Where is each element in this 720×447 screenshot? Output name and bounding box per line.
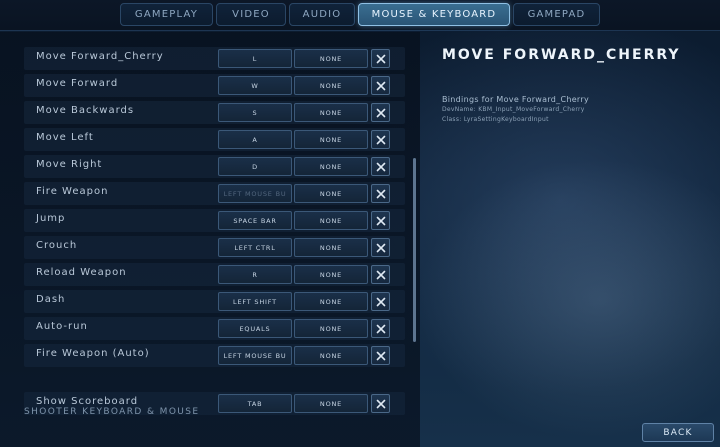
- binding-row[interactable]: Reload Weapon R NONE: [24, 263, 405, 286]
- primary-key-button[interactable]: LEFT MOUSE BU: [218, 184, 292, 203]
- clear-binding-button[interactable]: [371, 238, 390, 257]
- primary-key-button[interactable]: LEFT SHIFT: [218, 292, 292, 311]
- binding-label: Dash: [36, 294, 66, 305]
- secondary-key-button[interactable]: NONE: [294, 211, 368, 230]
- secondary-key-button[interactable]: NONE: [294, 394, 368, 413]
- close-icon: [376, 162, 386, 172]
- primary-key-button[interactable]: LEFT MOUSE BU: [218, 346, 292, 365]
- bindings-list: Move Forward_Cherry L NONE Move Forward W NON…: [0, 32, 420, 447]
- binding-row[interactable]: Move Forward W NONE: [24, 74, 405, 97]
- binding-label: Fire Weapon: [36, 186, 109, 197]
- close-icon: [376, 216, 386, 226]
- binding-label: Jump: [36, 213, 66, 224]
- primary-key-button[interactable]: W: [218, 76, 292, 95]
- clear-binding-button[interactable]: [371, 265, 390, 284]
- secondary-key-button[interactable]: NONE: [294, 265, 368, 284]
- binding-row[interactable]: Crouch LEFT CTRL NONE: [24, 236, 405, 259]
- secondary-key-button[interactable]: NONE: [294, 130, 368, 149]
- binding-row[interactable]: Move Forward_Cherry L NONE: [24, 47, 405, 70]
- detail-title: MOVE FORWARD_CHERRY: [442, 47, 681, 63]
- binding-label: Show Scoreboard: [36, 396, 139, 407]
- clear-binding-button[interactable]: [371, 157, 390, 176]
- primary-key-button[interactable]: A: [218, 130, 292, 149]
- binding-row[interactable]: Move Right D NONE: [24, 155, 405, 178]
- secondary-key-button[interactable]: NONE: [294, 238, 368, 257]
- tab-mouse-keyboard[interactable]: MOUSE & KEYBOARD: [358, 3, 510, 26]
- tab-audio[interactable]: AUDIO: [289, 3, 355, 26]
- clear-binding-button[interactable]: [371, 76, 390, 95]
- primary-key-button[interactable]: R: [218, 265, 292, 284]
- clear-binding-button[interactable]: [371, 130, 390, 149]
- close-icon: [376, 135, 386, 145]
- close-icon: [376, 270, 386, 280]
- binding-label: Reload Weapon: [36, 267, 127, 278]
- binding-row[interactable]: Dash LEFT SHIFT NONE: [24, 290, 405, 313]
- settings-tab-bar: GAMEPLAY VIDEO AUDIO MOUSE & KEYBOARD GA…: [0, 0, 720, 31]
- binding-label: Move Left: [36, 132, 94, 143]
- close-icon: [376, 351, 386, 361]
- close-icon: [376, 54, 386, 64]
- close-icon: [376, 297, 386, 307]
- secondary-key-button[interactable]: NONE: [294, 346, 368, 365]
- secondary-key-button[interactable]: NONE: [294, 319, 368, 338]
- detail-class: Class: LyraSettingKeyboardInput: [442, 116, 549, 123]
- secondary-key-button[interactable]: NONE: [294, 49, 368, 68]
- back-button[interactable]: BACK: [642, 423, 714, 442]
- clear-binding-button[interactable]: [371, 346, 390, 365]
- close-icon: [376, 399, 386, 409]
- primary-key-button[interactable]: EQUALS: [218, 319, 292, 338]
- clear-binding-button[interactable]: [371, 211, 390, 230]
- primary-key-button[interactable]: SPACE BAR: [218, 211, 292, 230]
- primary-key-button[interactable]: LEFT CTRL: [218, 238, 292, 257]
- detail-description: Bindings for Move Forward_Cherry: [442, 95, 590, 104]
- binding-row[interactable]: Jump SPACE BAR NONE: [24, 209, 405, 232]
- tab-video[interactable]: VIDEO: [216, 3, 286, 26]
- binding-label: Move Forward_Cherry: [36, 51, 164, 62]
- close-icon: [376, 108, 386, 118]
- detail-devname: DevName: KBM_Input_MoveForward_Cherry: [442, 106, 585, 113]
- primary-key-button[interactable]: D: [218, 157, 292, 176]
- secondary-key-button[interactable]: NONE: [294, 292, 368, 311]
- secondary-key-button[interactable]: NONE: [294, 184, 368, 203]
- binding-label: Fire Weapon (Auto): [36, 348, 150, 359]
- binding-label: Auto-run: [36, 321, 88, 332]
- clear-binding-button[interactable]: [371, 103, 390, 122]
- secondary-key-button[interactable]: NONE: [294, 157, 368, 176]
- close-icon: [376, 324, 386, 334]
- clear-binding-button[interactable]: [371, 184, 390, 203]
- clear-binding-button[interactable]: [371, 49, 390, 68]
- close-icon: [376, 243, 386, 253]
- tab-gameplay[interactable]: GAMEPLAY: [120, 3, 213, 26]
- primary-key-button[interactable]: L: [218, 49, 292, 68]
- secondary-key-button[interactable]: NONE: [294, 103, 368, 122]
- binding-row[interactable]: Move Backwards S NONE: [24, 101, 405, 124]
- binding-row[interactable]: Auto-run EQUALS NONE: [24, 317, 405, 340]
- section-header: SHOOTER KEYBOARD & MOUSE: [24, 407, 200, 417]
- binding-row[interactable]: Fire Weapon (Auto) LEFT MOUSE BU NONE: [24, 344, 405, 367]
- binding-row[interactable]: Fire Weapon LEFT MOUSE BU NONE: [24, 182, 405, 205]
- binding-label: Crouch: [36, 240, 78, 251]
- clear-binding-button[interactable]: [371, 319, 390, 338]
- secondary-key-button[interactable]: NONE: [294, 76, 368, 95]
- binding-row[interactable]: Move Left A NONE: [24, 128, 405, 151]
- binding-label: Move Right: [36, 159, 103, 170]
- clear-binding-button[interactable]: [371, 394, 390, 413]
- binding-label: Move Backwards: [36, 105, 135, 116]
- primary-key-button[interactable]: S: [218, 103, 292, 122]
- primary-key-button[interactable]: TAB: [218, 394, 292, 413]
- tab-gamepad[interactable]: GAMEPAD: [513, 3, 600, 26]
- close-icon: [376, 81, 386, 91]
- close-icon: [376, 189, 386, 199]
- list-scrollbar[interactable]: [413, 158, 416, 342]
- clear-binding-button[interactable]: [371, 292, 390, 311]
- binding-label: Move Forward: [36, 78, 119, 89]
